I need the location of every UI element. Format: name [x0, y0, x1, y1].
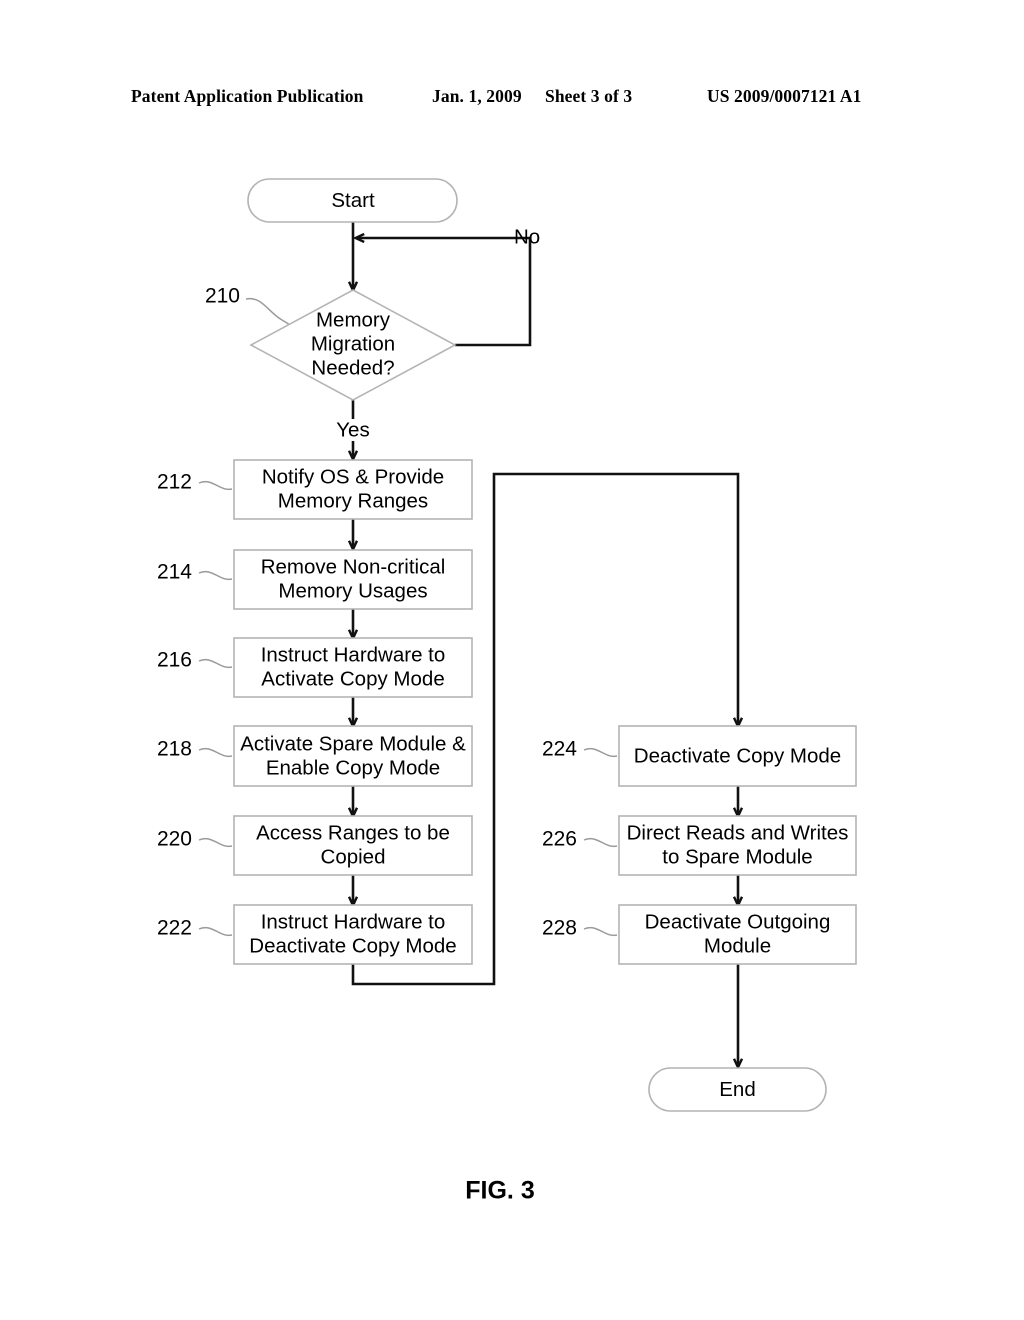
leader-212: [198, 480, 233, 491]
step-216-label-line-1: Instruct Hardware to: [261, 643, 446, 666]
ref-numeral-226: 226: [542, 828, 577, 851]
node-step-214: Remove Non-critical Memory Usages: [233, 549, 473, 610]
ref-numeral-220: 220: [157, 828, 192, 851]
node-step-224: Deactivate Copy Mode: [618, 725, 857, 787]
node-step-222: Instruct Hardware to Deactivate Copy Mod…: [233, 904, 473, 965]
step-224-label-line-1: Deactivate Copy Mode: [634, 744, 841, 767]
step-218-label-line-2: Enable Copy Mode: [266, 756, 440, 779]
edge-label-yes: Yes: [336, 418, 369, 441]
ref-numeral-218: 218: [157, 738, 192, 761]
ref-numeral-210: 210: [205, 285, 240, 308]
step-228-label-line-1: Deactivate Outgoing: [645, 910, 831, 933]
step-222-label-line-1: Instruct Hardware to: [261, 910, 446, 933]
leader-224: [583, 747, 618, 758]
step-212-label-line-1: Notify OS & Provide: [262, 465, 444, 488]
leader-216: [198, 658, 233, 669]
step-214-label-line-1: Remove Non-critical: [261, 555, 446, 578]
step-212-label-line-2: Memory Ranges: [278, 489, 428, 512]
decision-label-line-2: Migration: [311, 332, 395, 355]
step-222-label-line-2: Deactivate Copy Mode: [249, 934, 456, 957]
node-step-228: Deactivate Outgoing Module: [618, 904, 857, 965]
edge-label-no: No: [514, 225, 540, 248]
leader-220: [198, 837, 233, 848]
step-216-label-line-2: Activate Copy Mode: [261, 667, 444, 690]
ref-numeral-216: 216: [157, 649, 192, 672]
node-step-216: Instruct Hardware to Activate Copy Mode: [233, 637, 473, 698]
ref-numeral-214: 214: [157, 561, 192, 584]
leader-218: [198, 747, 233, 758]
decision-label-line-1: Memory: [316, 308, 391, 331]
node-step-226: Direct Reads and Writes to Spare Module: [618, 815, 857, 876]
start-label: Start: [331, 189, 375, 212]
ref-numeral-228: 228: [542, 917, 577, 940]
node-start: Start: [247, 178, 458, 223]
step-220-label-line-1: Access Ranges to be: [256, 821, 450, 844]
step-226-label-line-2: to Spare Module: [662, 845, 812, 868]
leader-226: [583, 837, 618, 848]
flowchart-canvas: Start Memory Migration Needed? No Yes 21…: [157, 178, 857, 1205]
step-226-label-line-1: Direct Reads and Writes: [627, 821, 849, 844]
figure-caption: FIG. 3: [465, 1177, 534, 1205]
figure-3-flowchart: Start Memory Migration Needed? No Yes 21…: [0, 0, 1024, 1320]
end-label: End: [719, 1078, 755, 1101]
decision-label-line-3: Needed?: [311, 356, 394, 379]
step-214-label-line-2: Memory Usages: [278, 579, 427, 602]
leader-228: [583, 926, 618, 937]
step-218-label-line-1: Activate Spare Module &: [240, 732, 466, 755]
ref-numeral-212: 212: [157, 471, 192, 494]
node-step-218: Activate Spare Module & Enable Copy Mode: [233, 725, 473, 787]
node-decision-210: Memory Migration Needed?: [249, 289, 457, 401]
node-end: End: [648, 1067, 827, 1112]
leader-214: [198, 570, 233, 581]
leader-222: [198, 926, 233, 937]
node-step-220: Access Ranges to be Copied: [233, 815, 473, 876]
ref-numeral-222: 222: [157, 917, 192, 940]
step-228-label-line-2: Module: [704, 934, 771, 957]
ref-numeral-224: 224: [542, 738, 577, 761]
step-220-label-line-2: Copied: [321, 845, 386, 868]
node-step-212: Notify OS & Provide Memory Ranges: [233, 459, 473, 520]
